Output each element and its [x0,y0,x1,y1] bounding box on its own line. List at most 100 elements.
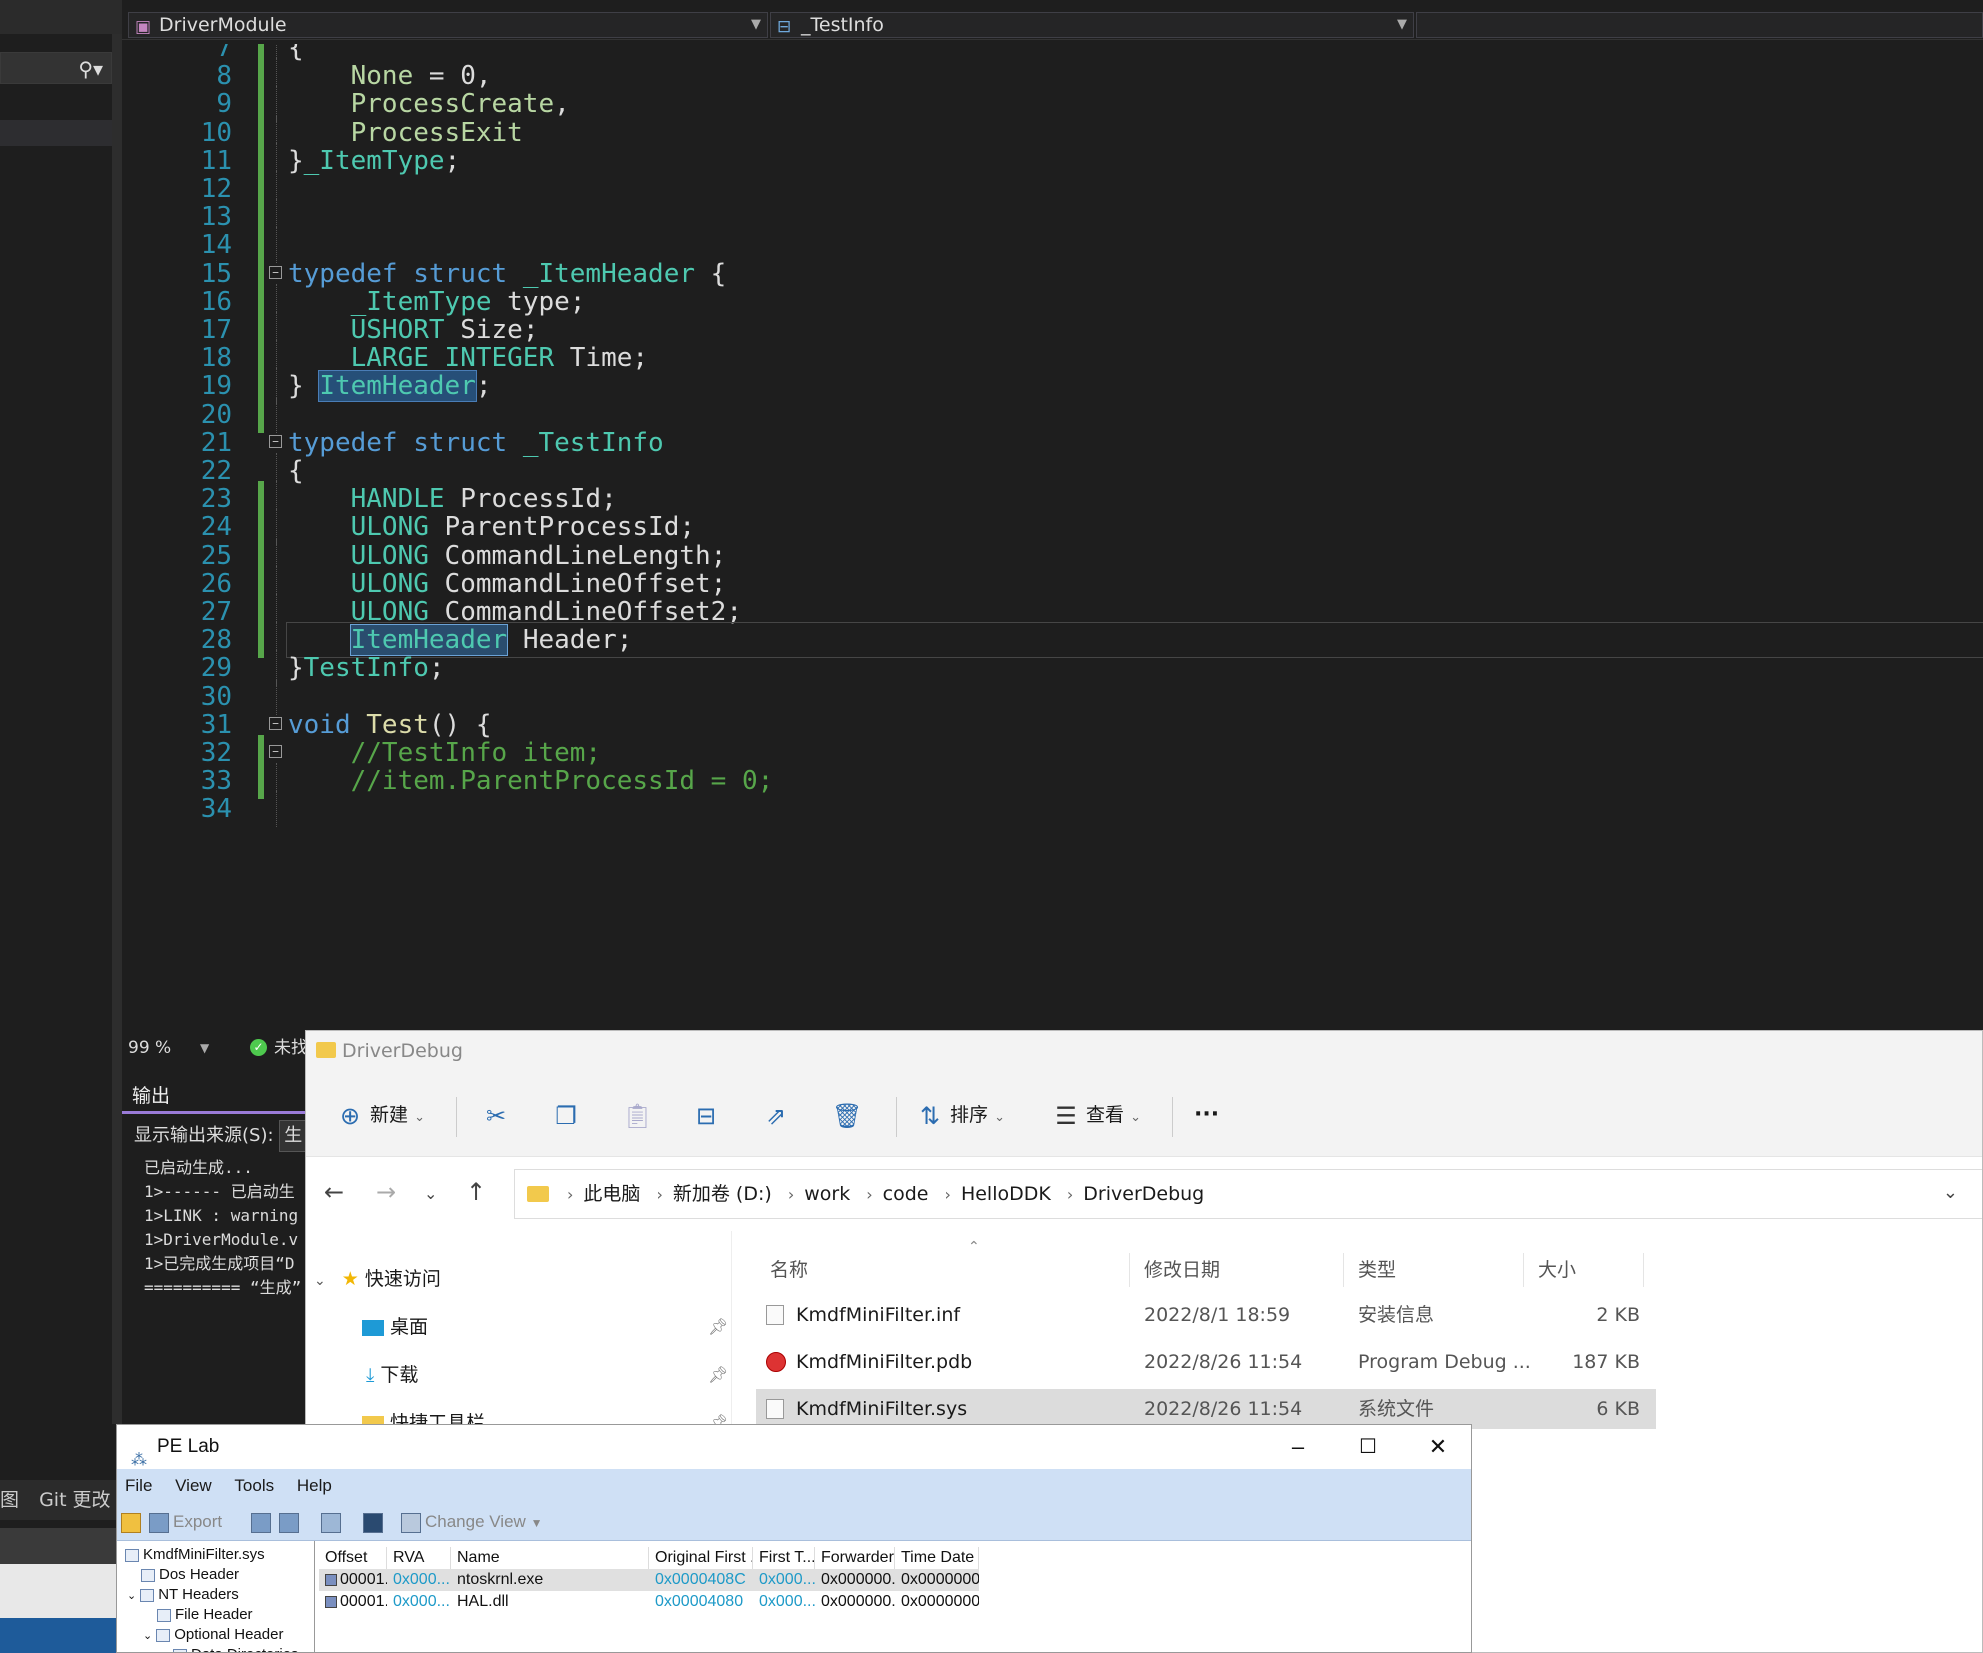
recent-chevron-icon[interactable]: ⌄ [424,1184,437,1203]
paste-button[interactable]: 📋︎ [622,1099,652,1131]
chevron-right-icon: › [944,1185,951,1204]
rename-button[interactable]: ⊟ [692,1099,720,1131]
minimize-button[interactable]: – [1263,1425,1333,1469]
delete-button[interactable]: 🗑︎ [832,1099,862,1131]
close-button[interactable]: ✕ [1403,1425,1471,1469]
quick-access-item[interactable]: ⌄ ★ 快速访问 [314,1261,441,1297]
share-button[interactable]: ⇗ [762,1099,790,1131]
breadcrumb-item[interactable]: DriverDebug [1083,1183,1204,1205]
tab-git-changes[interactable]: Git 更改 [39,1489,111,1511]
menu-file[interactable]: File [125,1476,152,1495]
column-header-size[interactable]: 大小 [1524,1253,1644,1287]
fold-toggle-icon[interactable]: − [269,265,282,279]
file-modified: 2022/8/26 11:54 [1144,1351,1303,1373]
chevron-down-icon: ▼ [751,17,761,32]
grid-column-header[interactable]: Offset [319,1547,387,1569]
column-header-modified[interactable]: 修改日期 [1130,1253,1344,1287]
breadcrumb-item[interactable]: work [804,1183,850,1205]
code-line[interactable]: 34 [122,791,1983,828]
view-button[interactable]: ☰ 查看 ⌄ [1052,1099,1141,1131]
chevron-down-icon[interactable]: ⌄ [143,1630,152,1642]
breadcrumb-item[interactable]: HelloDDK [961,1183,1051,1205]
tb-button-a[interactable] [251,1509,275,1535]
grid-row[interactable]: 00001... 0x000... ntoskrnl.exe 0x0000408C 0x… [319,1569,979,1591]
nav-item-downloads[interactable]: ⤓ 下载 📌︎ [362,1357,782,1393]
explorer-title-bar[interactable]: DriverDebug [306,1031,1982,1071]
tree-node[interactable]: ⌄ Optional Header [143,1625,283,1645]
file-row[interactable]: KmdfMiniFilter.pdb 2022/8/26 11:54 Program… [756,1342,1656,1382]
explorer-title: DriverDebug [342,1040,463,1062]
tb-button-c[interactable] [321,1509,345,1535]
address-bar[interactable]: › 此电脑 › 新加卷 (D:) › work › code › HelloDDK › Dr… [514,1169,1982,1219]
folder-icon [316,1042,336,1058]
symbol-combo[interactable]: ⊟ _TestInfo ▼ [770,12,1414,38]
code-area[interactable]: 7{8 None = 0, 9 ProcessCreate, 10 ProcessE… [122,44,1983,1034]
column-header-type[interactable]: 类型 [1344,1253,1524,1287]
nav-item-desktop[interactable]: 桌面 📌︎ [362,1309,782,1345]
search-icon[interactable]: ⚲▾ [78,57,103,81]
grid-column-header[interactable]: First T... [753,1547,815,1569]
export-label: Export [173,1512,223,1531]
tree-node[interactable]: KmdfMiniFilter.sys [125,1545,265,1565]
menu-view[interactable]: View [175,1476,212,1495]
member-combo[interactable] [1416,12,1983,38]
breadcrumb-item[interactable]: 此电脑 [583,1183,640,1205]
chevron-down-icon[interactable]: ▼ [200,1036,209,1060]
grid-row[interactable]: 00001... 0x000... HAL.dll 0x00004080 0x000..… [319,1591,979,1613]
project-icon: ▣ [135,17,152,37]
pin-icon[interactable]: 📌︎ [708,1357,728,1393]
tree-node[interactable]: File Header [157,1605,253,1625]
breadcrumb-item[interactable]: code [883,1183,929,1205]
cut-button[interactable]: ✂ [482,1099,510,1131]
tree-node[interactable]: Dos Header [141,1565,239,1585]
chevron-down-icon[interactable]: ⌄ [127,1590,136,1602]
tb-button-d[interactable] [363,1509,387,1535]
menu-help[interactable]: Help [297,1476,332,1495]
solution-explorer-row[interactable] [0,120,112,146]
copy-button[interactable]: ❐ [552,1099,580,1131]
back-arrow-icon[interactable]: ← [324,1178,344,1206]
breadcrumb-item[interactable]: 新加卷 (D:) [673,1183,772,1205]
solution-search-box[interactable]: ⚲▾ [0,52,112,84]
explorer-command-bar: ⊕ 新建 ⌄ ✂ ❐ 📋︎ ⊟ ⇗ 🗑︎ ⇅ 排序 ⌄ ☰ 查看 ⌄ ··· [306,1071,1982,1157]
output-tab[interactable]: 输出 [122,1080,332,1114]
nav-item-label: 下载 [380,1364,419,1386]
tree-node[interactable]: Data Directories [173,1645,299,1652]
project-combo[interactable]: ▣ DriverModule ▼ [128,12,768,38]
vs-left-scrollbar[interactable] [112,34,122,1424]
tab-class-view[interactable]: 图 [0,1489,19,1511]
more-button[interactable]: ··· [1194,1099,1219,1131]
up-arrow-icon[interactable]: ↑ [466,1178,486,1206]
file-row[interactable]: KmdfMiniFilter.sys 2022/8/26 11:54 系统文件 6 K… [756,1389,1656,1429]
address-dropdown-icon[interactable]: ⌄ [1943,1182,1958,1203]
grid-column-header[interactable]: Time Date ... [895,1547,979,1569]
change-view-button[interactable]: Change View ▼ [401,1509,542,1535]
output-line: 1>DriverModule.v [144,1230,299,1249]
pin-icon[interactable]: 📌︎ [708,1309,728,1345]
grid-cell-offset: 00001... [319,1569,387,1591]
forward-arrow-icon[interactable]: → [376,1178,396,1206]
column-header-name[interactable]: 名称 [756,1253,1130,1287]
file-row[interactable]: KmdfMiniFilter.inf 2022/8/1 18:59 安装信息 2 KB [756,1295,1656,1335]
fold-toggle-icon[interactable]: − [269,745,282,758]
issues-status-text[interactable]: 未找 [274,1036,308,1060]
grid-column-header[interactable]: Original First ... [649,1547,753,1569]
tree-node[interactable]: ⌄ NT Headers [127,1585,239,1605]
fold-toggle-icon[interactable]: − [269,434,282,448]
output-source-select[interactable]: 生 [279,1120,308,1152]
sort-button[interactable]: ⇅ 排序 ⌄ [916,1099,1005,1131]
tb-button-b[interactable] [279,1509,303,1535]
separator [456,1097,457,1137]
menu-tools[interactable]: Tools [234,1476,274,1495]
export-button[interactable]: Export [149,1509,222,1535]
zoom-level[interactable]: 99 % [128,1036,171,1060]
grid-column-header[interactable]: Name [451,1547,649,1569]
change-view-icon [401,1512,421,1533]
grid-column-header[interactable]: Forwarder... [815,1547,895,1569]
maximize-button[interactable]: ☐ [1333,1425,1403,1469]
fold-toggle-icon[interactable]: − [269,716,282,730]
grid-column-header[interactable]: RVA [387,1547,451,1569]
new-button[interactable]: ⊕ 新建 ⌄ [336,1099,425,1131]
open-button[interactable] [121,1509,145,1535]
breadcrumb: › 此电脑 › 新加卷 (D:) › work › code › HelloDDK › Dr… [557,1170,1204,1218]
